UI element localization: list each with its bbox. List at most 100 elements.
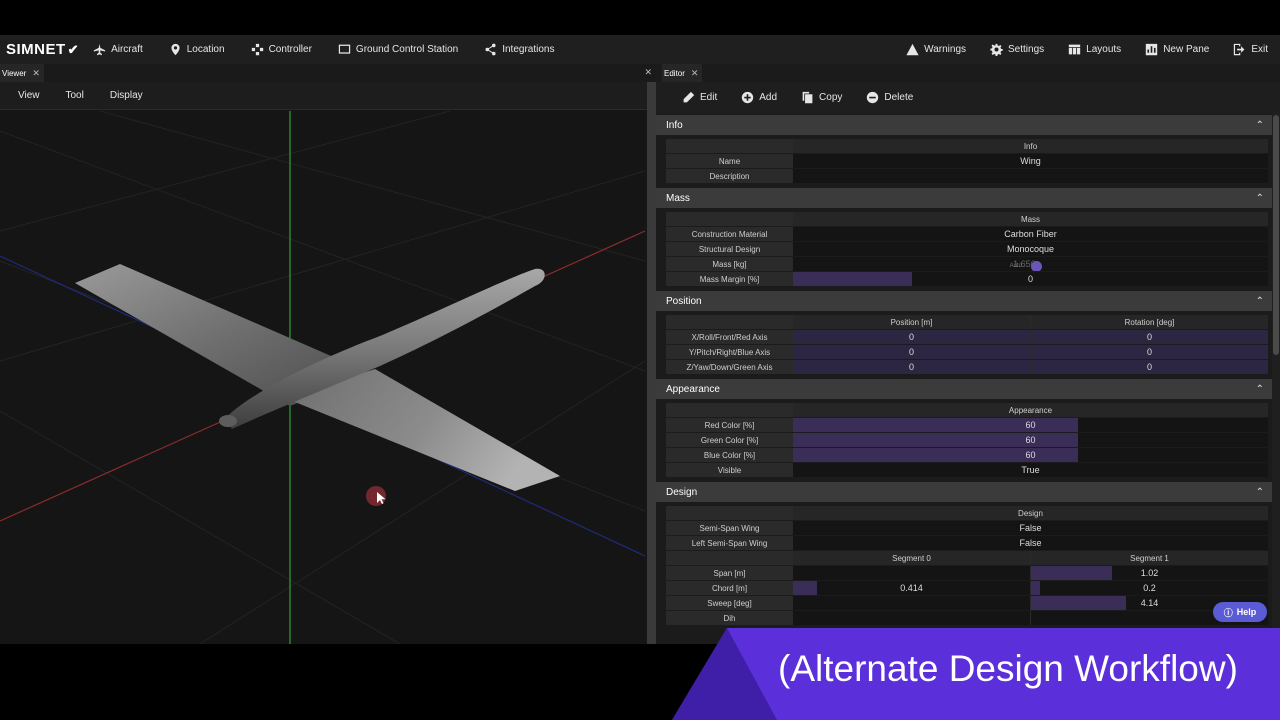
close-icon[interactable]: ✕ xyxy=(32,68,40,79)
copy-button[interactable]: Copy xyxy=(801,91,842,104)
viewer-menu: View Tool Display xyxy=(0,82,656,110)
span-seg1-field[interactable]: 1.02 xyxy=(1030,566,1268,580)
mass-header: Mass xyxy=(793,212,1268,226)
left-semi-span-label: Left Semi-Span Wing xyxy=(666,536,793,550)
nav-exit[interactable]: Exit xyxy=(1233,43,1268,56)
auto-label: Auto xyxy=(1009,263,1022,269)
mass-field[interactable]: 1.656Auto xyxy=(793,257,1268,271)
dihedral-seg0-field[interactable] xyxy=(793,611,1030,625)
x-position-field[interactable]: 0 xyxy=(793,330,1030,344)
description-label: Description xyxy=(666,169,793,183)
exit-icon xyxy=(1234,43,1245,56)
section-appearance-title: Appearance xyxy=(666,383,720,395)
name-field[interactable]: Wing xyxy=(793,154,1268,168)
material-select[interactable]: Carbon Fiber xyxy=(793,227,1268,241)
section-position-header[interactable]: Position ⌃ xyxy=(656,291,1272,311)
semi-span-select[interactable]: False xyxy=(793,521,1268,535)
tab-viewer[interactable]: Viewer ✕ xyxy=(0,64,44,82)
nav-aircraft[interactable]: Aircraft xyxy=(93,43,143,56)
scrollbar-thumb[interactable] xyxy=(1273,115,1279,355)
nav-warnings[interactable]: Warnings xyxy=(906,43,966,56)
gear-icon xyxy=(990,43,1003,56)
structural-design-select[interactable]: Monocoque xyxy=(793,242,1268,256)
help-button[interactable]: ⓘ Help xyxy=(1213,602,1267,622)
blue-color-value: 60 xyxy=(1025,450,1036,460)
z-rotation-field[interactable]: 0 xyxy=(1030,360,1268,374)
layout-icon xyxy=(1068,44,1081,55)
pane-close-icon[interactable]: ✕ xyxy=(644,67,652,78)
delete-button[interactable]: Delete xyxy=(866,91,913,104)
z-position-field[interactable]: 0 xyxy=(793,360,1030,374)
mass-margin-slider[interactable]: 0 xyxy=(793,272,1268,286)
nav-new-pane[interactable]: New Pane xyxy=(1145,43,1209,56)
warning-icon xyxy=(906,43,919,56)
menu-view[interactable]: View xyxy=(18,90,40,101)
appearance-header: Appearance xyxy=(793,403,1268,417)
section-info-header[interactable]: Info ⌃ xyxy=(656,115,1272,135)
dihedral-label: Dih xyxy=(666,611,793,625)
nav-location[interactable]: Location xyxy=(169,43,225,56)
z-rotation-value: 0 xyxy=(1146,362,1152,372)
airplane-icon xyxy=(93,43,106,56)
nav-layouts[interactable]: Layouts xyxy=(1068,43,1121,56)
visible-select[interactable]: True xyxy=(793,463,1268,477)
mass-margin-value: 0 xyxy=(1027,274,1033,284)
nav-gcs-label: Ground Control Station xyxy=(355,44,459,55)
menu-tool[interactable]: Tool xyxy=(66,90,84,101)
editor-tab-label: Editor xyxy=(664,68,685,78)
span-seg1-value: 1.02 xyxy=(1140,568,1159,578)
chord-seg0-field[interactable]: 0.414 xyxy=(793,581,1030,595)
rotation-col-header: Rotation [deg] xyxy=(1030,315,1268,329)
design-header: Design xyxy=(793,506,1268,520)
nav-settings-label: Settings xyxy=(1008,44,1045,55)
z-position-value: 0 xyxy=(908,362,914,372)
span-seg0-field[interactable] xyxy=(793,566,1030,580)
add-button[interactable]: Add xyxy=(741,91,777,104)
sweep-seg0-field[interactable] xyxy=(793,596,1030,610)
viewer-tab-label: Viewer xyxy=(2,68,27,78)
delete-label: Delete xyxy=(884,92,914,103)
3d-viewport[interactable] xyxy=(0,111,645,644)
tab-editor[interactable]: Editor ✕ xyxy=(662,64,703,82)
info-grid: Info Name Wing Description xyxy=(666,139,1268,184)
viewer-divider[interactable] xyxy=(647,82,656,644)
x-rotation-value: 0 xyxy=(1146,332,1152,342)
y-rotation-field[interactable]: 0 xyxy=(1030,345,1268,359)
name-label: Name xyxy=(666,154,793,168)
red-color-slider[interactable]: 60 xyxy=(793,418,1268,432)
editor-tab-row: Editor ✕ xyxy=(656,64,1280,82)
left-semi-span-select[interactable]: False xyxy=(793,536,1268,550)
monitor-icon xyxy=(338,44,351,54)
description-field[interactable] xyxy=(793,169,1268,183)
simnet-logo[interactable]: SIMNET ✔ xyxy=(6,41,79,58)
section-design-header[interactable]: Design ⌃ xyxy=(656,482,1272,502)
green-color-label: Green Color [%] xyxy=(666,433,793,447)
nav-location-label: Location xyxy=(186,44,225,55)
nav-settings[interactable]: Settings xyxy=(990,43,1044,56)
blue-color-label: Blue Color [%] xyxy=(666,448,793,462)
edit-button[interactable]: Edit xyxy=(682,91,717,104)
section-position-title: Position xyxy=(666,295,702,307)
section-mass-title: Mass xyxy=(666,192,690,204)
nav-controller[interactable]: Controller xyxy=(251,43,312,56)
section-info-title: Info xyxy=(666,119,683,131)
nav-ground-control-station[interactable]: Ground Control Station xyxy=(338,43,458,56)
nav-exit-label: Exit xyxy=(1251,44,1268,55)
x-rotation-field[interactable]: 0 xyxy=(1030,330,1268,344)
x-axis-label: X/Roll/Front/Red Axis xyxy=(666,330,793,344)
chevron-up-icon: ⌃ xyxy=(1255,383,1264,395)
blue-color-slider[interactable]: 60 xyxy=(793,448,1268,462)
segment-0-header: Segment 0 xyxy=(793,551,1030,565)
design-grid: Design Semi-Span Wing False Left Semi-Spa… xyxy=(666,506,1268,626)
nav-integrations[interactable]: Integrations xyxy=(484,43,554,56)
editor-scrollbar[interactable] xyxy=(1272,113,1280,644)
menu-display[interactable]: Display xyxy=(110,90,143,101)
green-color-slider[interactable]: 60 xyxy=(793,433,1268,447)
close-icon[interactable]: ✕ xyxy=(691,68,699,79)
appearance-grid: Appearance Red Color [%] 60 Green Color [… xyxy=(666,403,1268,478)
section-appearance-header[interactable]: Appearance ⌃ xyxy=(656,379,1272,399)
section-mass-header[interactable]: Mass ⌃ xyxy=(656,188,1272,208)
viewer-tab-row: Viewer ✕ xyxy=(0,64,656,82)
chord-seg1-field[interactable]: 0.2 xyxy=(1030,581,1268,595)
y-position-field[interactable]: 0 xyxy=(793,345,1030,359)
